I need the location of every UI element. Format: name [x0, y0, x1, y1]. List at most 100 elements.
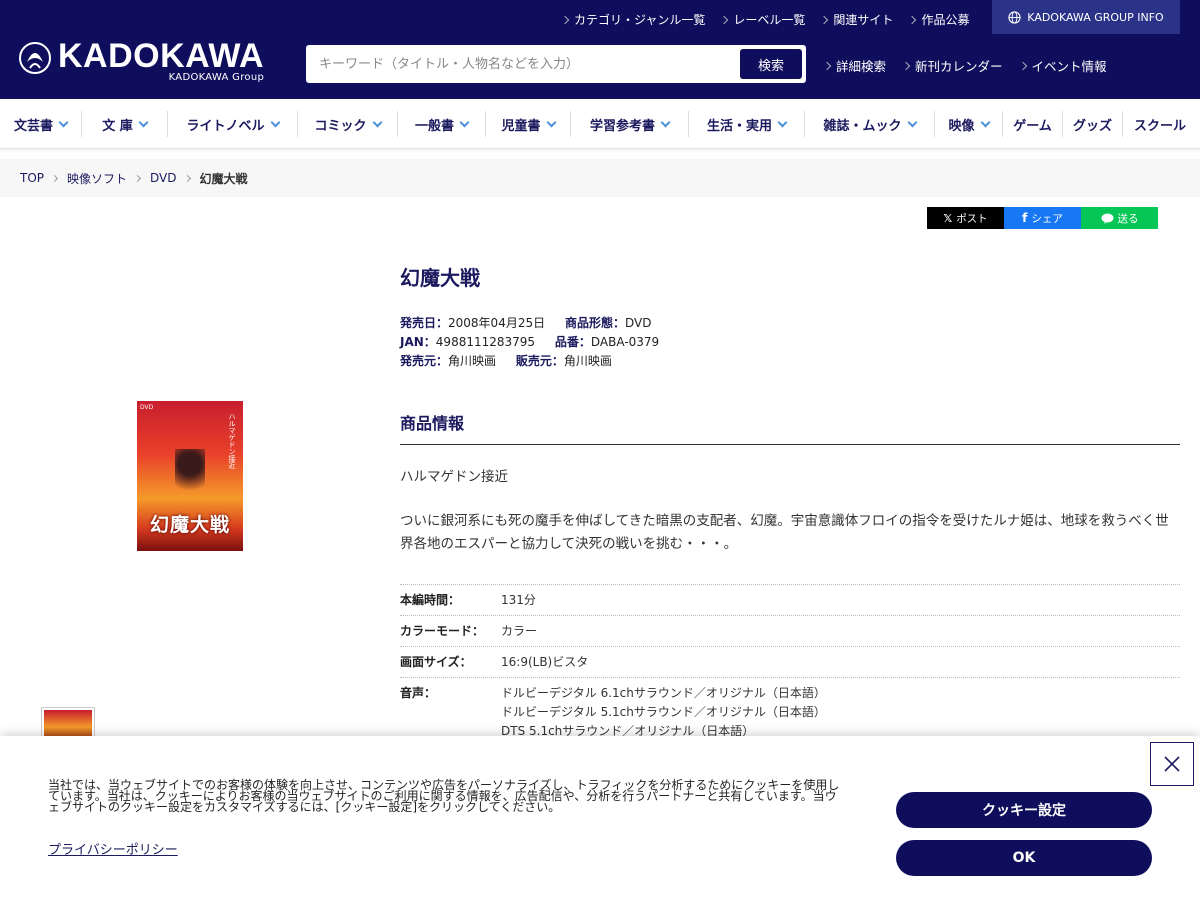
chevron-right-icon — [133, 174, 142, 182]
product-info-heading: 商品情報 — [400, 410, 1180, 445]
top-link-submissions[interactable]: 作品公募 — [908, 11, 969, 28]
group-info-button[interactable]: KADOKAWA GROUP INFO — [992, 0, 1180, 34]
advanced-search-link[interactable]: 詳細検索 — [822, 56, 886, 75]
logo-wordmark: KADOKAWA — [58, 37, 265, 75]
chevron-right-icon — [1018, 61, 1027, 70]
nav-item-goods[interactable]: グッズ — [1063, 111, 1123, 137]
chevron-down-icon — [546, 117, 556, 127]
spec-value: カラー — [501, 624, 538, 638]
product-description: ついに銀河系にも死の魔手を伸ばしてきた暗黒の支配者、幻魔。宇宙意識体フロイの指令… — [400, 513, 1169, 552]
search-box: 検索 — [306, 45, 806, 83]
cover-tagline: ハルマゲドン接近 — [228, 413, 236, 469]
nav-item-video[interactable]: 映像 — [935, 111, 1003, 137]
breadcrumb-video-software[interactable]: 映像ソフト — [67, 170, 127, 187]
nav-item-study-guides[interactable]: 学習参考書 — [571, 111, 689, 137]
new-release-calendar-link[interactable]: 新刊カレンダー — [901, 56, 1003, 75]
category-nav: 文芸書 文 庫 ライトノベル コミック 一般書 児童書 学習参考書 生活・実用 … — [0, 99, 1200, 149]
phoenix-logo-icon — [19, 42, 51, 74]
breadcrumb-top[interactable]: TOP — [20, 171, 44, 185]
cover-title-text: 幻魔大戦 — [149, 514, 230, 536]
breadcrumb-dvd[interactable]: DVD — [150, 171, 176, 185]
facebook-logo-icon: f — [1022, 211, 1028, 225]
chevron-down-icon — [58, 117, 69, 127]
nav-item-bunko[interactable]: 文 庫 — [82, 111, 168, 137]
spec-key: 音声： — [400, 686, 437, 700]
nav-item-general[interactable]: 一般書 — [398, 111, 486, 137]
cookie-settings-button[interactable]: クッキー設定 — [896, 792, 1152, 828]
release-date-label: 発売日： — [400, 316, 449, 330]
product-code-value: DABA-0379 — [590, 335, 660, 349]
product-tagline: ハルマゲドン接近 — [400, 469, 508, 485]
x-logo-icon: 𝕏 — [943, 211, 953, 225]
share-facebook-button[interactable]: f シェア — [1004, 207, 1081, 229]
chevron-down-icon — [777, 117, 788, 127]
chevron-right-icon — [820, 15, 829, 24]
kadokawa-logo[interactable]: KADOKAWA KADOKAWA Group — [18, 38, 264, 83]
product-code-label: 品番： — [554, 335, 591, 349]
spec-row-runtime: 本編時間： 131分 — [400, 585, 1180, 616]
group-info-label: KADOKAWA GROUP INFO — [1027, 10, 1164, 24]
search-input[interactable] — [307, 46, 739, 82]
release-date-value: 2008年04月25日 — [448, 316, 546, 330]
chevron-down-icon — [270, 117, 280, 127]
format-value: DVD — [624, 316, 652, 330]
publisher-value: 角川映画 — [448, 354, 497, 368]
chevron-right-icon — [822, 61, 832, 70]
spec-row-screen-size: 画面サイズ： 16:9(LB)ビスタ — [400, 647, 1180, 678]
product-cover-image[interactable]: DVD ハルマゲドン接近 幻魔大戦 — [137, 401, 243, 551]
share-line-button[interactable]: 送る — [1081, 207, 1158, 229]
chevron-down-icon — [459, 117, 470, 127]
jan-label: JAN： — [400, 335, 436, 349]
share-x-button[interactable]: 𝕏 ポスト — [927, 207, 1004, 229]
header-sub-links: 詳細検索 新刊カレンダー イベント情報 — [822, 56, 1124, 75]
chevron-right-icon — [183, 174, 191, 182]
spec-key: 画面サイズ： — [400, 655, 472, 669]
chevron-right-icon — [908, 15, 917, 24]
publisher-label: 発売元： — [400, 354, 449, 368]
format-label: 商品形態： — [564, 316, 625, 330]
nav-item-literature[interactable]: 文芸書 — [0, 111, 82, 137]
share-buttons: 𝕏 ポスト f シェア 送る — [927, 207, 1158, 229]
cover-dvd-badge: DVD — [140, 404, 154, 411]
breadcrumb-current: 幻魔大戦 — [199, 171, 248, 186]
cookie-ok-button[interactable]: OK — [896, 840, 1152, 876]
cookie-notice-text: 当社では、当ウェブサイトでのお客様の体験を向上させ、コンテンツや広告をパーソナラ… — [48, 778, 840, 814]
nav-item-magazines[interactable]: 雑誌・ムック — [805, 111, 935, 137]
product-meta: 発売日：2008年04月25日 商品形態：DVD JAN：49881112837… — [400, 314, 659, 371]
privacy-policy-link[interactable]: プライバシーポリシー — [48, 839, 178, 858]
nav-item-school[interactable]: スクール — [1123, 111, 1197, 137]
top-link-categories[interactable]: カテゴリ・ジャンル一覧 — [560, 11, 705, 28]
top-utility-links: カテゴリ・ジャンル一覧 レーベル一覧 関連サイト 作品公募 — [560, 11, 985, 28]
chevron-down-icon — [907, 117, 917, 127]
product-title: 幻魔大戦 — [400, 266, 480, 290]
chevron-down-icon — [660, 117, 671, 127]
top-link-related-sites[interactable]: 関連サイト — [820, 11, 893, 28]
event-info-link[interactable]: イベント情報 — [1018, 56, 1107, 75]
chevron-right-icon — [720, 15, 729, 24]
nav-item-light-novel[interactable]: ライトノベル — [168, 111, 298, 137]
spec-value: ドルビーデジタル 5.1chサラウンド／オリジナル（日本語） — [501, 705, 826, 719]
cover-figure-art — [175, 449, 205, 499]
nav-item-games[interactable]: ゲーム — [1003, 111, 1063, 137]
chevron-down-icon — [372, 117, 382, 127]
top-link-labels[interactable]: レーベル一覧 — [720, 11, 805, 28]
spec-key: 本編時間： — [400, 593, 461, 607]
spec-value: 131分 — [501, 593, 536, 607]
seller-label: 販売元： — [515, 354, 564, 368]
spec-key: カラーモード： — [400, 624, 485, 638]
site-header: KADOKAWA KADOKAWA Group カテゴリ・ジャンル一覧 レーベル… — [0, 0, 1200, 99]
nav-item-children[interactable]: 児童書 — [486, 111, 571, 137]
chevron-right-icon — [50, 174, 59, 182]
nav-item-comic[interactable]: コミック — [298, 111, 398, 137]
close-icon — [1164, 756, 1180, 772]
nav-item-lifestyle[interactable]: 生活・実用 — [689, 111, 805, 137]
cookie-banner: 当社では、当ウェブサイトでのお客様の体験を向上させ、コンテンツや広告をパーソナラ… — [0, 736, 1200, 900]
globe-icon — [1008, 10, 1021, 24]
cookie-close-button[interactable] — [1150, 742, 1194, 786]
line-logo-icon — [1101, 213, 1113, 224]
chevron-right-icon — [901, 61, 911, 70]
chevron-down-icon — [138, 117, 149, 127]
spec-value: 16:9(LB)ビスタ — [501, 655, 589, 669]
chevron-down-icon — [980, 117, 990, 127]
search-button[interactable]: 検索 — [740, 49, 802, 79]
